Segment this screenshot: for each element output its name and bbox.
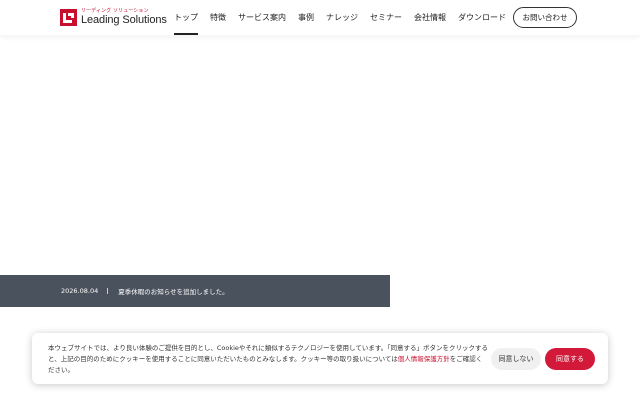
nav-item-services[interactable]: サービス案内 bbox=[232, 0, 292, 35]
nav-item-download[interactable]: ダウンロード bbox=[452, 0, 512, 35]
logo-kana: リーディング ソリューション bbox=[81, 7, 149, 14]
news-divider bbox=[107, 288, 109, 294]
nav-item-features[interactable]: 特徴 bbox=[204, 0, 232, 35]
privacy-policy-link[interactable]: 個人情報保護方針 bbox=[398, 355, 450, 363]
decline-button[interactable]: 同意しない bbox=[491, 348, 541, 370]
brand-logo[interactable]: リーディング ソリューション Leading Solutions bbox=[60, 8, 167, 26]
site-header: リーディング ソリューション Leading Solutions トップ 特徴 … bbox=[0, 0, 640, 35]
logo-mark-icon bbox=[60, 8, 77, 26]
contact-button[interactable]: お問い合わせ bbox=[513, 7, 577, 28]
main-nav: トップ 特徴 サービス案内 事例 ナレッジ セミナー 会社情報 ダウンロード bbox=[168, 0, 512, 35]
news-date: 2026.08.04 bbox=[61, 287, 99, 295]
cookie-banner: 本ウェブサイトでは、より良い体験のご提供を目的とし、Cookieやそれに類似する… bbox=[32, 333, 608, 384]
nav-item-cases[interactable]: 事例 bbox=[292, 0, 320, 35]
nav-item-knowledge[interactable]: ナレッジ bbox=[320, 0, 364, 35]
accept-button[interactable]: 同意する bbox=[545, 348, 595, 370]
news-text[interactable]: 夏季休暇のお知らせを追加しました。 bbox=[118, 286, 228, 296]
nav-item-company[interactable]: 会社情報 bbox=[408, 0, 452, 35]
news-bar[interactable]: 2026.08.04 夏季休暇のお知らせを追加しました。 bbox=[0, 275, 390, 307]
cookie-message: 本ウェブサイトでは、より良い体験のご提供を目的とし、Cookieやそれに類似する… bbox=[48, 343, 488, 376]
nav-item-top[interactable]: トップ bbox=[168, 0, 204, 35]
nav-item-seminar[interactable]: セミナー bbox=[364, 0, 408, 35]
logo-text: リーディング ソリューション Leading Solutions bbox=[81, 7, 167, 26]
logo-name: Leading Solutions bbox=[81, 13, 167, 26]
